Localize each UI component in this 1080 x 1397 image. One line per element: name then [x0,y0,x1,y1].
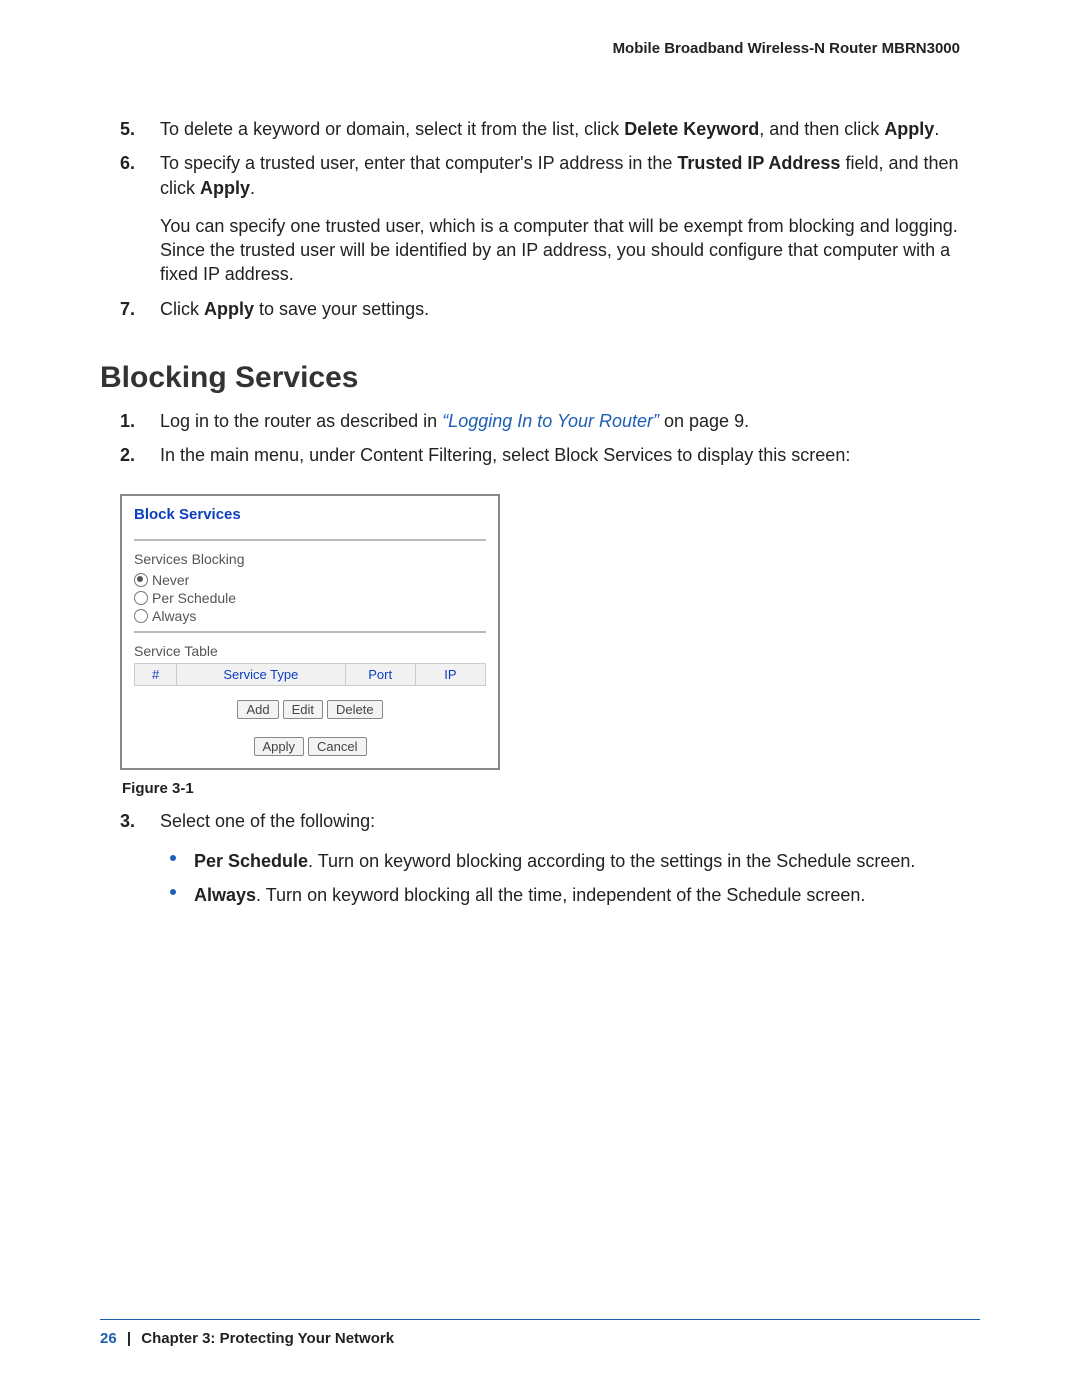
step-list-3: 3. Select one of the following: [120,809,980,843]
page-footer: 26 | Chapter 3: Protecting Your Network [100,1319,980,1347]
radio-group: Never Per Schedule Always [134,571,486,625]
step-number: 2. [120,443,135,467]
table-button-row: Add EditDelete [134,700,486,719]
bullet-list: Per Schedule. Turn on keyword blocking a… [170,849,980,918]
table-header-cell: IP [415,663,485,685]
footer-separator: | [121,1330,137,1347]
radio-label: Never [152,572,189,588]
form-apply-button[interactable]: Apply [254,737,305,756]
step-item: 1. Log in to the router as described in “… [120,409,980,443]
bullet-item: Per Schedule. Turn on keyword blocking a… [170,849,980,883]
radio-option[interactable]: Always [134,607,486,625]
step-item: 2. In the main menu, under Content Filter… [120,443,980,477]
panel-title: Block Services [134,506,486,523]
services-blocking-label: Services Blocking [134,551,486,567]
table-header-cell: Service Type [177,663,345,685]
step-item: 5. To delete a keyword or domain, select … [120,117,980,151]
table-edit-button[interactable]: Edit [283,700,323,719]
step-list-top: 5. To delete a keyword or domain, select … [120,117,980,331]
step-text: Click Apply to save your settings. [160,299,429,319]
block-services-screenshot: Block Services Services Blocking Never Pe… [120,494,500,770]
radio-icon [134,591,148,605]
table-add-button[interactable]: Add [237,700,278,719]
table-header-row: #Service TypePortIP [135,663,486,685]
service-table: #Service TypePortIP [134,663,486,686]
section-heading: Blocking Services [100,361,980,395]
form-cancel-button[interactable]: Cancel [308,737,366,756]
footer-text: 26 | Chapter 3: Protecting Your Network [100,1330,980,1347]
step-number: 6. [120,151,135,175]
step-number: 5. [120,117,135,141]
table-delete-button[interactable]: Delete [327,700,383,719]
divider [134,631,486,633]
step-number: 7. [120,297,135,321]
step-list-blocking: 1. Log in to the router as described in “… [120,409,980,478]
manual-page: Mobile Broadband Wireless-N Router MBRN3… [0,0,1080,1397]
step-text: Log in to the router as described in “Lo… [160,411,749,431]
radio-label: Per Schedule [152,590,236,606]
step-item: 6. To specify a trusted user, enter that … [120,151,980,296]
step-text: Select one of the following: [160,811,375,831]
step-item: 7. Click Apply to save your settings. [120,297,980,331]
radio-icon [134,609,148,623]
bullet-icon [170,855,176,861]
bullet-item: Always. Turn on keyword blocking all the… [170,883,980,917]
chapter-label: Chapter 3: Protecting Your Network [141,1330,394,1347]
form-button-row: ApplyCancel [134,737,486,756]
running-header: Mobile Broadband Wireless-N Router MBRN3… [100,40,960,57]
step-number: 3. [120,809,135,833]
figure-caption: Figure 3-1 [122,780,980,797]
radio-icon [134,573,148,587]
table-header-cell: # [135,663,177,685]
radio-option[interactable]: Per Schedule [134,589,486,607]
page-number: 26 [100,1330,117,1347]
service-table-label: Service Table [134,643,486,659]
bullet-icon [170,889,176,895]
footer-rule [100,1319,980,1320]
step-text: To specify a trusted user, enter that co… [160,153,959,197]
step-3: 3. Select one of the following: [120,809,980,843]
step-text: In the main menu, under Content Filterin… [160,445,850,465]
table-header-cell: Port [345,663,415,685]
radio-label: Always [152,608,196,624]
radio-option[interactable]: Never [134,571,486,589]
step-paragraph: You can specify one trusted user, which … [160,214,980,287]
step-number: 1. [120,409,135,433]
divider [134,539,486,541]
step-text: To delete a keyword or domain, select it… [160,119,939,139]
